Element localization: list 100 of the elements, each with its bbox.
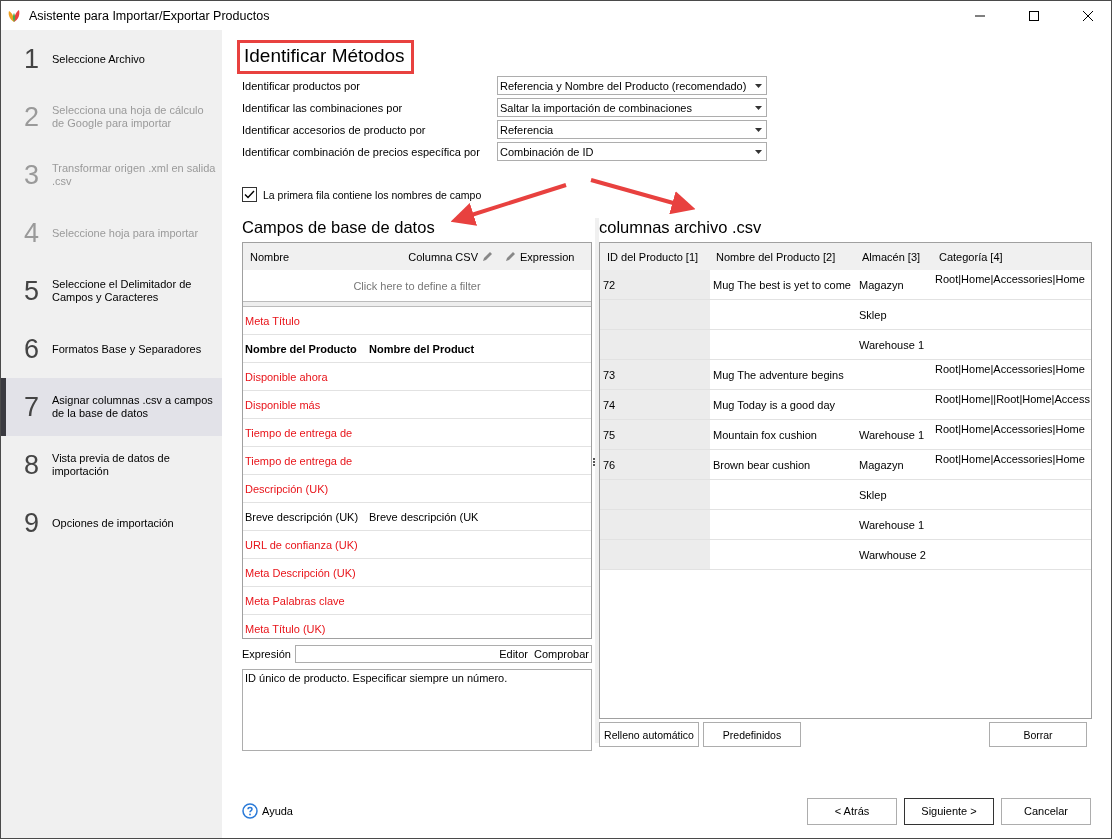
splitter-grip-icon[interactable] [592,458,595,466]
table-cell-text: Root|Home|Accessories|Home [934,272,1086,287]
nav-button[interactable]: < Atrás [807,797,897,825]
dropdown-arrow-icon [755,149,762,154]
grid-button[interactable]: Predefinidos [703,722,801,747]
field-label: Identificar las combinaciones por [242,100,404,116]
dropdown[interactable]: Referencia [497,120,767,139]
table-cell-text: Root|Home|Accessories|Home [934,452,1086,467]
column-header[interactable]: Almacén [3] [856,250,933,263]
wizard-step[interactable]: 1 Seleccione Archivo [1,30,222,88]
table-cell-text: Mug The best is yet to come [712,277,852,293]
step-number: 5 [24,275,40,307]
field-name: Meta Título (UK) [244,622,327,635]
table-cell-text: Warwhouse 2 [858,547,927,563]
step-number: 1 [24,43,40,75]
step-number: 9 [24,507,40,539]
step-label: Seleccione Archivo [52,52,146,66]
column-header[interactable]: ID del Producto [1] [600,250,710,263]
step-label: Seleccione hoja para importar [52,226,200,240]
description-box: ID único de producto. Especificar siempre un número. [242,669,592,751]
expression-label: Expresión [242,648,291,660]
dropdown-arrow-icon [755,105,762,110]
step-label: Opciones de importación [52,516,175,530]
step-number: 6 [24,333,40,365]
pencil-icon[interactable] [505,251,516,262]
maximize-icon[interactable] [1029,10,1039,21]
dropdown[interactable]: Saltar la importación de combinaciones [497,98,767,117]
nav-button[interactable]: Cancelar [1001,797,1091,825]
nav-button[interactable]: Siguiente > [904,797,994,825]
dropdown[interactable]: Combinación de ID [497,142,767,161]
column-header[interactable]: Nombre [243,250,390,263]
wizard-step[interactable]: 6 Formatos Base y Separadores [1,320,222,378]
table-cell-text: Mug Today is a good day [712,397,837,413]
dropdown-arrow-icon [755,127,762,132]
field-name: Breve descripción (UK) [244,510,360,523]
column-header[interactable]: Nombre del Producto [2] [710,250,856,263]
field-name: URL de confianza (UK) [244,538,359,551]
table-cell-text: Root|Home|Accessories|Home [934,362,1086,377]
field-name: Tiempo de entrega de [244,454,354,467]
column-header[interactable]: Columna CSV [390,250,478,263]
field-name: Meta Descripción (UK) [244,566,357,579]
panel-title: Campos de base de datos [242,218,435,238]
table-cell-text: Warehouse 1 [858,427,926,443]
field-name: Disponible más [244,398,322,411]
step-number: 4 [24,217,40,249]
app-logo-icon [7,8,21,23]
table-cell-text: Root|Home||Root|Home|Access [934,392,1091,407]
field-label: Identificar accesorios de producto por [242,122,427,138]
field-name: Tiempo de entrega de [244,426,354,439]
wizard-step[interactable]: 8 Vista previa de datos de importación [1,436,222,494]
section-heading: Identificar Métodos [237,40,414,74]
step-label: Selecciona una hoja de cálculo de Google para importar [52,104,205,130]
table-cell-text: Brown bear cushion [712,457,812,473]
table-cell-text: Mug The adventure begins [712,367,845,383]
checkbox[interactable] [242,187,257,202]
step-label: Transformar origen .xml en salida .csv [52,162,217,188]
wizard-step[interactable]: 7 Asignar columnas .csv a campos de la base de datos [1,378,222,436]
field-label: Identificar productos por [242,78,361,94]
expression-field[interactable]: Editor Comprobar [294,645,592,663]
table-cell-text: Magazyn [858,457,905,473]
table-cell-text: Sklep [858,487,888,503]
field-name: Disponible ahora [244,370,329,383]
table-cell: 73 [600,360,710,389]
clear-button[interactable]: Borrar [989,722,1087,747]
table-cell-text: Magazyn [858,277,905,293]
field-name: Descripción (UK) [244,482,330,495]
panel-title: columnas archivo .csv [599,218,762,238]
column-header[interactable]: Expression [520,250,575,263]
column-header[interactable]: Categoría [4] [933,250,1091,263]
help-link[interactable]: Ayuda [262,805,293,817]
step-label: Asignar columnas .csv a campos de la base de datos [52,394,214,420]
close-icon[interactable] [1083,10,1093,21]
checkbox-label: La primera fila contiene los nombres de campo [263,188,482,201]
expression-button[interactable]: Comprobar [533,648,589,660]
table-cell-text: Root|Home|Accessories|Home [934,422,1086,437]
field-name: Nombre del Producto [244,342,358,355]
table-cell: 72 [600,270,710,299]
csv-column-cell-text: Nombre del Product [369,342,476,355]
table-cell-text: Warehouse 1 [858,337,926,353]
grid-button[interactable]: Relleno automático [599,722,699,747]
table-cell-text: Mountain fox cushion [712,427,818,443]
field-label: Identificar combinación de precios específica por [242,144,481,160]
help-icon[interactable] [242,803,258,819]
step-label: Vista previa de datos de importación [52,452,171,478]
wizard-step[interactable]: 5 Seleccione el Delimitador de Campos y Caracteres [1,262,222,320]
table-cell-text: Sklep [858,307,888,323]
wizard-step[interactable]: 9 Opciones de importación [1,494,222,552]
table-cell: 76 [600,450,710,479]
step-label: Formatos Base y Separadores [52,342,203,356]
expression-button[interactable]: Editor [499,648,528,660]
pencil-icon[interactable] [482,251,493,262]
step-number: 7 [24,391,40,423]
step-number: 2 [24,101,40,133]
table-cell-text: Warehouse 1 [858,517,926,533]
table-cell: 75 [600,420,710,449]
step-number: 3 [24,159,40,191]
step-label: Seleccione el Delimitador de Campos y Caracteres [52,278,193,304]
dropdown[interactable]: Referencia y Nombre del Producto (recomendado) [497,76,767,95]
table-cell: 74 [600,390,710,419]
field-name: Meta Palabras clave [244,594,346,607]
